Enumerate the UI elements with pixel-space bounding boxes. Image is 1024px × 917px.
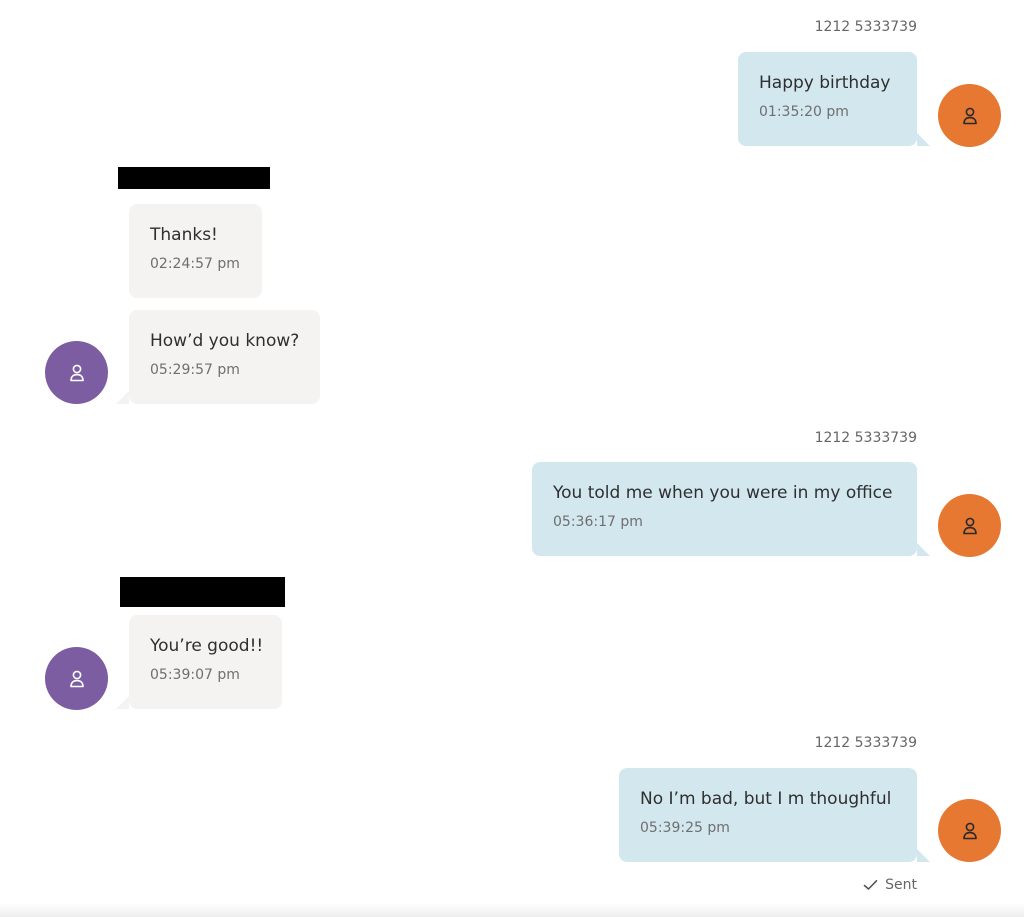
- checkmark-icon: [863, 880, 878, 890]
- message-bubble-incoming[interactable]: You’re good!! 05:39:07 pm: [129, 615, 282, 709]
- message-text: You’re good!!: [150, 636, 264, 656]
- message-timestamp: 05:39:07 pm: [150, 667, 240, 683]
- avatar-incoming[interactable]: [45, 647, 108, 710]
- person-icon: [69, 670, 84, 687]
- avatar-outgoing[interactable]: [938, 494, 1001, 557]
- person-icon: [962, 822, 977, 839]
- sender-number: 1212 5333739: [814, 430, 917, 446]
- message-text: No I’m bad, but I m thoughful: [640, 789, 892, 809]
- message-timestamp: 05:39:25 pm: [640, 820, 730, 836]
- delivery-status: Sent: [863, 877, 917, 893]
- avatar-outgoing[interactable]: [938, 799, 1001, 862]
- message-bubble-incoming[interactable]: How’d you know? 05:29:57 pm: [129, 310, 320, 404]
- person-icon: [962, 107, 977, 124]
- message-bubble-incoming[interactable]: Thanks! 02:24:57 pm: [129, 204, 262, 298]
- message-timestamp: 05:29:57 pm: [150, 362, 240, 378]
- message-text: Happy birthday: [759, 73, 891, 93]
- bubble-tail: [917, 543, 930, 556]
- redacted-sender-name: [118, 167, 270, 189]
- person-icon: [69, 364, 84, 381]
- avatar-outgoing[interactable]: [938, 84, 1001, 147]
- sender-number: 1212 5333739: [814, 19, 917, 35]
- bubble-tail: [116, 391, 129, 404]
- bubble-tail: [917, 133, 930, 146]
- avatar-incoming[interactable]: [45, 341, 108, 404]
- message-timestamp: 01:35:20 pm: [759, 104, 849, 120]
- bubble-tail: [917, 849, 930, 862]
- sender-number: 1212 5333739: [814, 735, 917, 751]
- message-text: Thanks!: [150, 225, 218, 245]
- delivery-status-label: Sent: [885, 877, 917, 893]
- message-bubble-outgoing[interactable]: You told me when you were in my office 0…: [532, 462, 917, 556]
- bottom-fade: [0, 903, 1024, 917]
- message-bubble-outgoing[interactable]: Happy birthday 01:35:20 pm: [738, 52, 917, 146]
- bubble-tail: [116, 696, 129, 709]
- message-bubble-outgoing[interactable]: No I’m bad, but I m thoughful 05:39:25 p…: [619, 768, 917, 862]
- message-timestamp: 05:36:17 pm: [553, 514, 643, 530]
- person-icon: [962, 517, 977, 534]
- message-timestamp: 02:24:57 pm: [150, 256, 240, 272]
- message-text: You told me when you were in my office: [553, 483, 893, 503]
- message-text: How’d you know?: [150, 331, 300, 351]
- redacted-sender-name: [120, 577, 285, 607]
